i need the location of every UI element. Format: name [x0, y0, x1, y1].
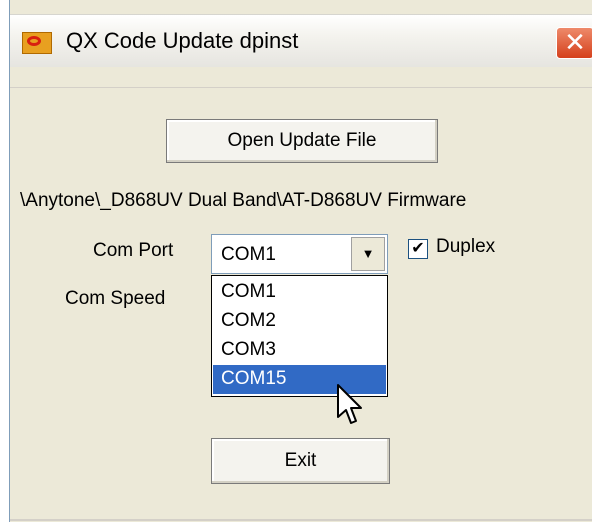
com-port-dropdown-list: COM1 COM2 COM3 COM15	[211, 275, 388, 397]
file-path-label: \Anytone\_D868UV Dual Band\AT-D868UV Fir…	[20, 190, 467, 211]
window-title: QX Code Update dpinst	[66, 28, 299, 53]
com-port-select[interactable]: COM1 ▼	[211, 234, 388, 274]
duplex-checkbox[interactable]: ✔	[408, 239, 428, 259]
chevron-down-icon[interactable]: ▼	[351, 237, 385, 271]
bottom-divider	[10, 519, 592, 521]
dialog-window: QX Code Update dpinst ✕ Open Update File…	[9, 0, 592, 522]
mouse-pointer-icon	[337, 384, 362, 424]
com-speed-label: Com Speed	[65, 288, 166, 309]
open-update-file-button[interactable]: Open Update File	[166, 119, 438, 163]
dialog-client-area: Open Update File \Anytone\_D868UV Dual B…	[10, 67, 592, 522]
exit-label: Exit	[284, 450, 317, 471]
divider	[10, 87, 592, 88]
exit-button[interactable]: Exit	[211, 438, 390, 484]
dropdown-option-com1[interactable]: COM1	[213, 278, 386, 307]
close-button[interactable]: ✕	[556, 27, 592, 59]
open-update-file-label: Open Update File	[227, 130, 377, 151]
duplex-label: Duplex	[436, 236, 496, 257]
com-port-selected-value: COM1	[221, 244, 276, 265]
qx-app-icon	[22, 32, 52, 54]
title-bar[interactable]: QX Code Update dpinst ✕	[10, 14, 592, 68]
dropdown-option-com3[interactable]: COM3	[213, 336, 386, 365]
com-port-label: Com Port	[93, 240, 174, 261]
close-icon: ✕	[564, 27, 586, 57]
dropdown-option-com2[interactable]: COM2	[213, 307, 386, 336]
